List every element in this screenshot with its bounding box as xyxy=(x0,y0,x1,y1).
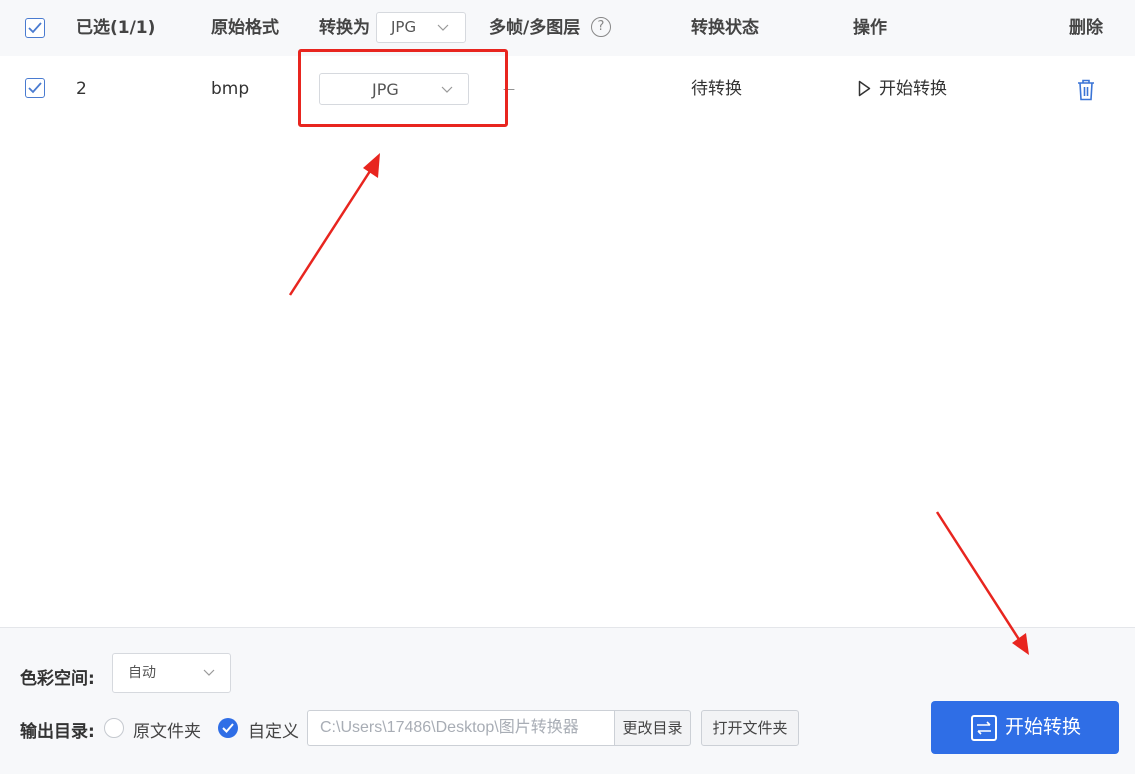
select-all-checkbox[interactable] xyxy=(25,18,45,38)
check-icon xyxy=(222,723,234,733)
chevron-down-icon xyxy=(437,24,449,31)
radio-original-label: 原文件夹 xyxy=(133,722,201,742)
bottom-panel: 色彩空间: 自动 输出目录: 原文件夹 自定义 C:\Users\17486\D… xyxy=(0,627,1135,774)
annotation-box-format xyxy=(298,49,508,127)
start-convert-button[interactable]: 开始转换 xyxy=(931,701,1119,754)
output-path-input[interactable]: C:\Users\17486\Desktop\图片转换器 xyxy=(307,710,615,746)
row-start-label: 开始转换 xyxy=(879,79,947,99)
convert-all-value: JPG xyxy=(391,18,417,36)
table-header: 已选(1/1) 原始格式 转换为 JPG 多帧/多图层 ? 转换状态 操作 删除 xyxy=(0,0,1135,56)
output-dir-label: 输出目录: xyxy=(20,722,95,742)
trash-icon[interactable] xyxy=(1076,79,1096,101)
row-format: bmp xyxy=(211,79,250,99)
header-original-format: 原始格式 xyxy=(211,18,279,38)
row-file-name: 2 xyxy=(76,79,87,99)
color-space-select[interactable]: 自动 xyxy=(112,653,231,693)
checkbox-checked-icon xyxy=(28,82,42,94)
radio-custom-label: 自定义 xyxy=(248,722,299,742)
color-space-label: 色彩空间: xyxy=(20,669,95,689)
radio-original-folder[interactable] xyxy=(104,718,124,738)
row-checkbox[interactable] xyxy=(25,78,45,98)
radio-custom[interactable] xyxy=(218,718,238,738)
annotation-arrow-format xyxy=(288,153,380,296)
checkbox-checked-icon xyxy=(28,22,42,34)
convert-icon xyxy=(971,715,997,741)
header-delete: 删除 xyxy=(1069,18,1103,38)
color-space-value: 自动 xyxy=(128,665,156,681)
table-row: 2 bmp JPG — 待转换 开始转换 xyxy=(0,58,1135,118)
header-status: 转换状态 xyxy=(691,18,759,38)
change-dir-button[interactable]: 更改目录 xyxy=(614,710,691,746)
header-selected: 已选(1/1) xyxy=(76,18,156,38)
header-multi-frame: 多帧/多图层 xyxy=(489,18,581,38)
chevron-down-icon xyxy=(203,669,215,676)
header-action: 操作 xyxy=(853,18,887,38)
play-icon xyxy=(858,80,871,97)
convert-all-select[interactable]: JPG xyxy=(376,12,466,43)
row-status: 待转换 xyxy=(691,79,742,99)
header-convert-to: 转换为 xyxy=(319,18,370,38)
start-convert-label: 开始转换 xyxy=(1005,716,1082,738)
help-icon[interactable]: ? xyxy=(591,17,611,37)
open-folder-button[interactable]: 打开文件夹 xyxy=(701,710,799,746)
